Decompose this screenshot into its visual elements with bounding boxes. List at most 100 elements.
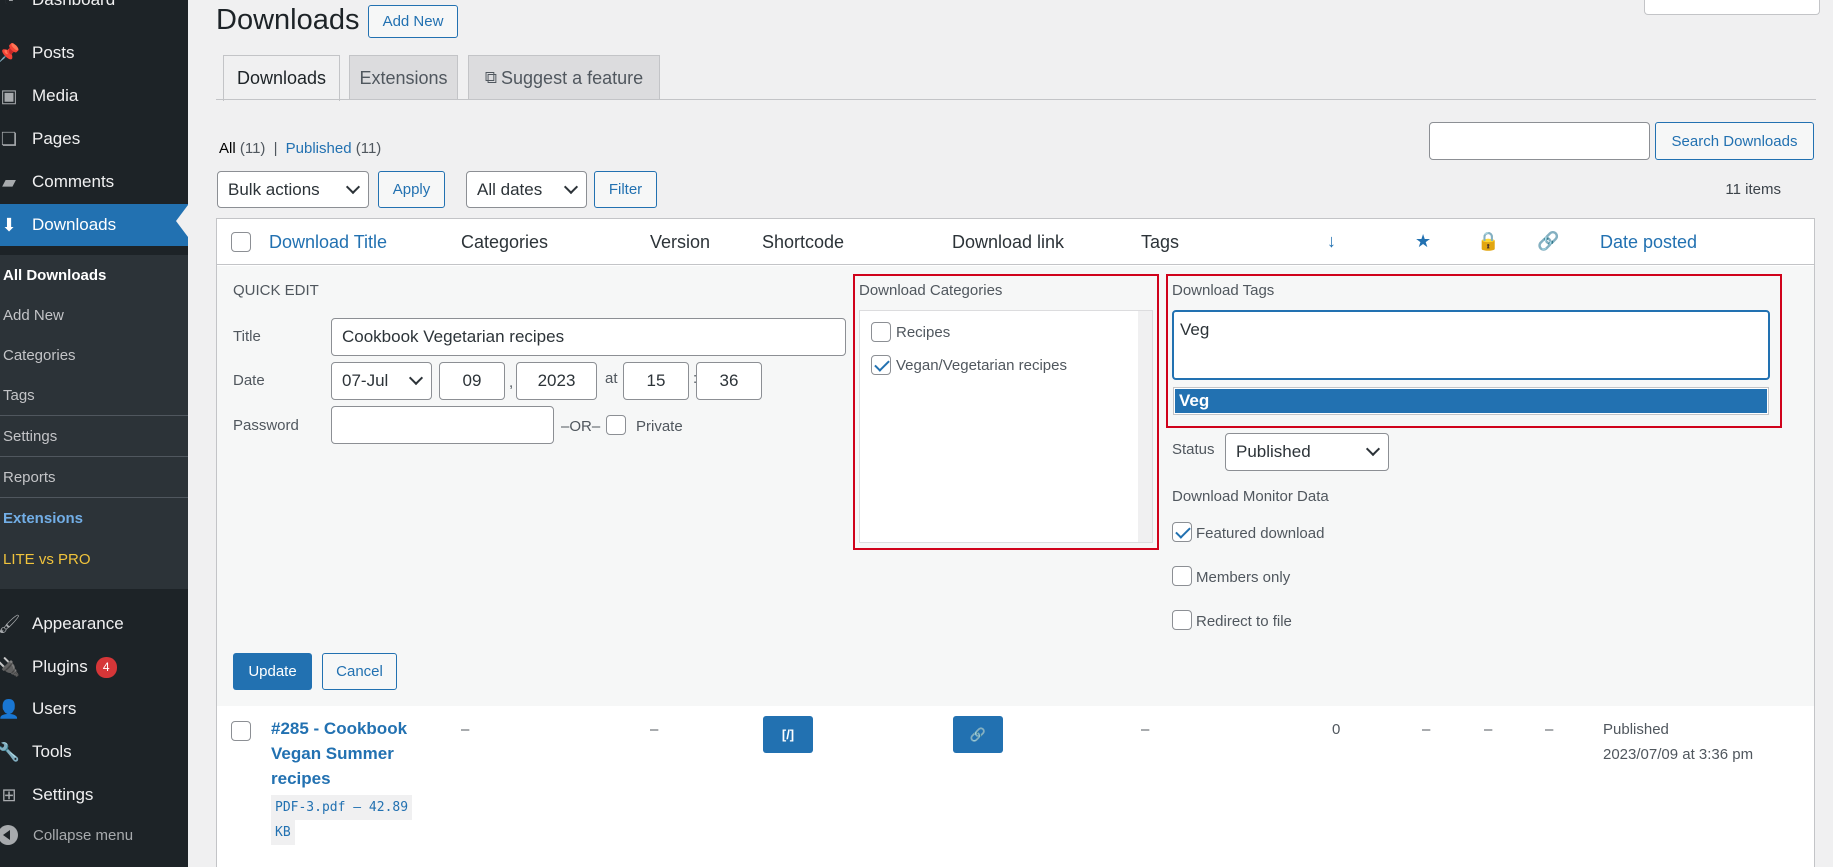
- featured-download-checkbox[interactable]: [1172, 522, 1192, 542]
- column-download-link: Download link: [952, 232, 1065, 252]
- featured-download-label: Featured download: [1196, 525, 1325, 542]
- status-select[interactable]: Published: [1225, 433, 1389, 471]
- download-icon: ⬇: [1, 214, 17, 235]
- column-date-posted[interactable]: Date posted: [1600, 232, 1697, 253]
- submenu-categories[interactable]: Categories: [3, 347, 76, 364]
- lock-icon: 🔒: [1477, 231, 1500, 251]
- row-date: 2023/07/09 at 3:36 pm: [1603, 746, 1754, 763]
- filter-published-link[interactable]: Published: [286, 140, 352, 157]
- category-checkbox-recipes[interactable]: [871, 322, 891, 342]
- apply-button[interactable]: Apply: [378, 171, 445, 208]
- media-icon: ▣: [0, 85, 18, 106]
- filter-button[interactable]: Filter: [594, 171, 657, 208]
- tab-suggest-feature[interactable]: ⧉ Suggest a feature: [468, 55, 660, 100]
- password-label: Password: [233, 417, 299, 434]
- row-tags: –: [1141, 721, 1150, 738]
- users-icon: 👤: [0, 698, 21, 719]
- cancel-button[interactable]: Cancel: [322, 653, 397, 690]
- chevron-down-icon: [408, 370, 424, 386]
- tag-suggestion-item[interactable]: Veg: [1173, 387, 1769, 415]
- sidebar-item-appearance[interactable]: 🖌 Appearance: [0, 604, 188, 644]
- bulk-actions-select[interactable]: Bulk actions: [217, 171, 369, 208]
- all-dates-select[interactable]: All dates: [466, 171, 587, 208]
- submenu-reports[interactable]: Reports: [3, 469, 56, 486]
- external-link-icon: ⧉: [484, 68, 498, 87]
- search-input[interactable]: [1429, 122, 1650, 160]
- sidebar-item-posts[interactable]: 📌 Posts: [0, 33, 188, 73]
- redirect-to-file-checkbox[interactable]: [1172, 610, 1192, 630]
- copy-shortcode-button[interactable]: [/]: [763, 716, 813, 753]
- sidebar-item-pages[interactable]: ❏ Pages: [0, 119, 188, 159]
- row-version: –: [650, 721, 659, 738]
- sidebar-item-users[interactable]: 👤 Users: [0, 689, 188, 729]
- tabs-divider: [216, 99, 1816, 100]
- column-categories: Categories: [461, 232, 549, 252]
- sidebar-item-media[interactable]: ▣ Media: [0, 76, 188, 116]
- pages-icon: ❏: [0, 128, 18, 149]
- sidebar-item-comments[interactable]: ▰ Comments: [0, 162, 188, 202]
- select-all-checkbox[interactable]: [231, 232, 251, 252]
- categories-scrollbar[interactable]: [1138, 311, 1152, 542]
- year-input[interactable]: 2023: [516, 362, 597, 400]
- screen-options-button[interactable]: [1644, 0, 1820, 15]
- sidebar-item-plugins[interactable]: 🔌 Plugins 4: [0, 647, 188, 687]
- members-only-checkbox[interactable]: [1172, 566, 1192, 586]
- submenu-divider: [0, 415, 188, 416]
- monitor-heading: Download Monitor Data: [1172, 488, 1329, 505]
- filter-separator: |: [273, 140, 278, 157]
- row-members-only: –: [1484, 721, 1493, 738]
- pin-icon: 📌: [0, 42, 21, 63]
- tags-textarea[interactable]: Veg: [1172, 310, 1770, 380]
- row-title-link[interactable]: #285 - Cookbook Vegan Summer recipes: [271, 716, 407, 791]
- search-downloads-button[interactable]: Search Downloads: [1655, 122, 1814, 160]
- submenu-all-downloads[interactable]: All Downloads: [3, 267, 106, 284]
- title-label: Title: [233, 328, 261, 345]
- row-categories: –: [461, 721, 470, 738]
- download-count-icon[interactable]: ↓: [1327, 231, 1336, 252]
- submenu-extensions[interactable]: Extensions: [3, 510, 83, 527]
- minute-input[interactable]: 36: [696, 362, 762, 400]
- title-input[interactable]: Cookbook Vegetarian recipes: [331, 318, 846, 356]
- private-checkbox[interactable]: [606, 415, 626, 435]
- filter-all-link[interactable]: All: [219, 140, 236, 157]
- submenu-settings[interactable]: Settings: [3, 428, 57, 445]
- month-select[interactable]: 07-Jul: [331, 362, 432, 400]
- categories-list[interactable]: Recipes Vegan/Vegetarian recipes: [859, 310, 1153, 543]
- sidebar-item-dashboard[interactable]: ◔ Dashboard: [0, 0, 188, 20]
- row-download-count: 0: [1332, 721, 1341, 738]
- submenu-add-new[interactable]: Add New: [3, 307, 64, 324]
- page-title: Downloads: [216, 4, 360, 36]
- tab-extensions[interactable]: Extensions: [349, 55, 458, 100]
- submenu-tags[interactable]: Tags: [3, 387, 35, 404]
- tab-downloads[interactable]: Downloads: [223, 55, 340, 101]
- featured-star-icon: ★: [1415, 231, 1432, 251]
- status-label: Status: [1172, 441, 1215, 458]
- copy-download-link-button[interactable]: 🔗: [953, 716, 1003, 753]
- admin-sidebar: ◔ Dashboard 📌 Posts ▣ Media ❏ Pages ▰ Co…: [0, 0, 188, 867]
- comments-icon: ▰: [2, 171, 16, 192]
- row-checkbox[interactable]: [231, 721, 251, 741]
- sidebar-item-tools[interactable]: 🔧 Tools: [0, 732, 188, 772]
- tools-icon: 🔧: [0, 741, 21, 762]
- row-redirect: –: [1545, 721, 1554, 738]
- add-new-button[interactable]: Add New: [368, 5, 458, 38]
- table-header: Download Title Categories Version Shortc…: [217, 219, 1814, 265]
- or-text: –OR–: [561, 418, 601, 435]
- category-checkbox-vegan[interactable]: [871, 355, 891, 375]
- update-button[interactable]: Update: [233, 653, 312, 690]
- collapse-menu-button[interactable]: Collapse menu: [0, 825, 133, 845]
- plugin-icon: 🔌: [0, 656, 21, 677]
- day-input[interactable]: 09: [439, 362, 505, 400]
- private-label: Private: [636, 418, 683, 435]
- date-label: Date: [233, 372, 265, 389]
- sidebar-item-settings[interactable]: ⊞ Settings: [0, 775, 188, 815]
- password-input[interactable]: [331, 406, 554, 444]
- date-comma: ,: [509, 374, 514, 391]
- collapse-icon: [0, 825, 18, 845]
- column-title[interactable]: Download Title: [269, 232, 387, 253]
- sidebar-item-downloads[interactable]: ⬇ Downloads: [0, 204, 188, 246]
- submenu-lite-vs-pro[interactable]: LITE vs PRO: [3, 551, 91, 568]
- quick-edit-panel: QUICK EDIT Title Cookbook Vegetarian rec…: [217, 266, 1814, 706]
- downloads-submenu: All Downloads Add New Categories Tags Se…: [0, 255, 188, 589]
- hour-input[interactable]: 15: [623, 362, 689, 400]
